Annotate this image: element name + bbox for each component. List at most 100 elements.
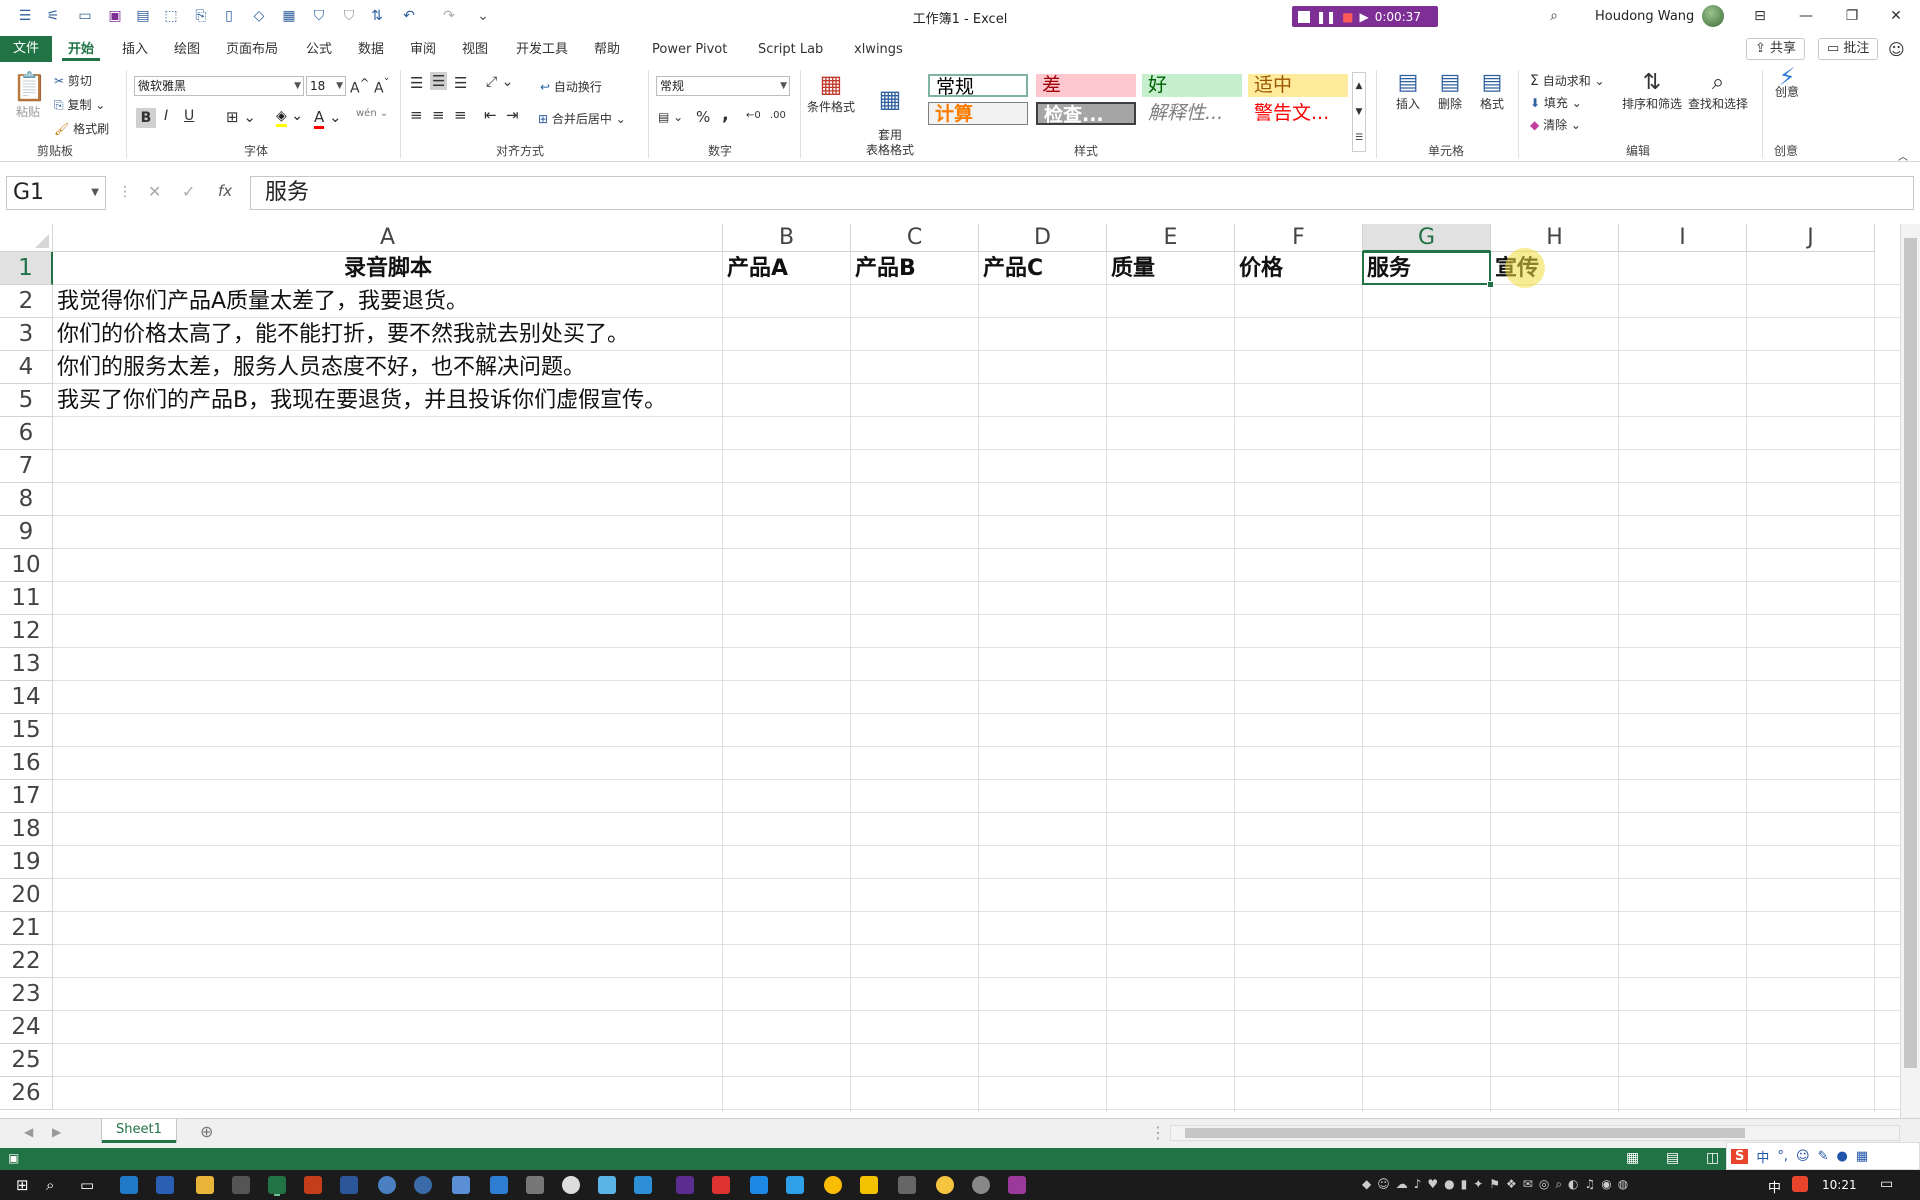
system-tray-icons[interactable]: ◆☺☁♪♥●▮✦⚑❖✉◎⌕◐♫◉◍ [1362, 1177, 1634, 1192]
row-header-24[interactable]: 24 [0, 1011, 53, 1044]
select-icon[interactable]: ⬚ [162, 7, 180, 25]
column-header-a[interactable]: A [53, 224, 723, 252]
row-header-26[interactable]: 26 [0, 1077, 53, 1110]
ideas-button[interactable]: ⚡ 创意 [1774, 65, 1800, 100]
task-view-icon[interactable]: ▭ [80, 1176, 94, 1194]
save-icon[interactable]: ▣ [106, 7, 124, 25]
column-header-c[interactable]: C [851, 224, 979, 252]
row-header-1[interactable]: 1 [0, 252, 53, 285]
prev-sheet-icon[interactable]: ◀ [24, 1125, 33, 1139]
normal-view-icon[interactable]: ▦ [1626, 1150, 1639, 1166]
clear-button[interactable]: ◆ 清除 ⌄ [1530, 116, 1581, 133]
app-icon[interactable] [1008, 1176, 1026, 1194]
search-icon[interactable]: ⌕ [1545, 7, 1563, 25]
cell-e1[interactable]: 质量 [1107, 252, 1155, 285]
redo-icon[interactable]: ↷ [440, 7, 458, 25]
customize-toolbar-icon[interactable]: ⌄ [474, 7, 492, 25]
cell-a1[interactable]: 录音脚本 [53, 252, 723, 285]
cell-style-7[interactable]: 警告文... [1248, 102, 1348, 125]
row-header-6[interactable]: 6 [0, 417, 53, 450]
row-header-2[interactable]: 2 [0, 285, 53, 318]
tag-icon[interactable]: ◇ [250, 7, 268, 25]
tab-help[interactable]: 帮助 [588, 39, 626, 61]
wrap-text-button[interactable]: ↩ 自动换行 [540, 78, 602, 95]
undo-icon[interactable]: ↶ [400, 7, 418, 25]
store-icon[interactable] [232, 1176, 250, 1194]
recording-bar[interactable]: ❚❚ ■ ▶ 0:00:37 [1292, 6, 1438, 27]
app-icon[interactable] [936, 1176, 954, 1194]
row-header-7[interactable]: 7 [0, 450, 53, 483]
decrease-indent-icon[interactable]: ⇤ [484, 106, 497, 124]
app-icon[interactable] [378, 1176, 396, 1194]
vertical-scroll-thumb[interactable] [1904, 238, 1917, 1068]
cell-a4[interactable]: 你们的服务太差，服务人员态度不好，也不解决问题。 [53, 351, 585, 384]
row-header-12[interactable]: 12 [0, 615, 53, 648]
next-sheet-icon[interactable]: ▶ [52, 1125, 61, 1139]
filter-icon[interactable]: ⛉ [310, 7, 328, 25]
cell-style-1[interactable]: 差 [1036, 74, 1136, 97]
select-all-corner[interactable] [0, 224, 53, 252]
mail-icon[interactable] [750, 1176, 768, 1194]
merge-center-button[interactable]: ⊞ 合并后居中 ⌄ [538, 110, 626, 127]
copy-button[interactable]: ⎘ 复制 ⌄ [54, 96, 105, 113]
cell-a3[interactable]: 你们的价格太高了，能不能打折，要不然我就去别处买了。 [53, 318, 629, 351]
fill-color-icon[interactable]: ◈ ⌄ [276, 108, 303, 127]
close-icon[interactable]: ✕ [1876, 4, 1916, 28]
row-header-10[interactable]: 10 [0, 549, 53, 582]
sogou-tray-icon[interactable] [1792, 1176, 1808, 1192]
number-format-select[interactable]: 常规 ▼ [656, 76, 790, 96]
column-header-g[interactable]: G [1363, 224, 1491, 252]
delete-cells-button[interactable]: ▤ 删除 [1432, 70, 1468, 112]
name-box[interactable]: G1 ▼ [6, 176, 106, 210]
paste-button[interactable]: 📋 粘贴 [12, 70, 47, 120]
app-icon[interactable] [526, 1176, 544, 1194]
column-header-i[interactable]: I [1619, 224, 1747, 252]
collapse-ribbon-icon[interactable]: ︿ [1898, 148, 1908, 163]
find-select-button[interactable]: ⌕ 查找和选择 [1686, 70, 1750, 112]
orientation-icon[interactable]: ⤢ ⌄ [486, 74, 513, 90]
cell-style-2[interactable]: 好 [1142, 74, 1242, 97]
row-header-11[interactable]: 11 [0, 582, 53, 615]
calendar-icon[interactable] [490, 1176, 508, 1194]
tree-icon[interactable]: ⚟ [44, 7, 62, 25]
share-button[interactable]: ⇪ 共享 [1746, 38, 1806, 60]
tab-page-layout[interactable]: 页面布局 [220, 39, 284, 61]
row-header-15[interactable]: 15 [0, 714, 53, 747]
formula-input[interactable]: 服务 [250, 176, 1914, 210]
fill-handle[interactable] [1487, 281, 1494, 288]
italic-button[interactable]: I [164, 108, 168, 124]
cell-a2[interactable]: 我觉得你们产品A质量太差了，我要退货。 [53, 285, 468, 318]
align-right-icon[interactable]: ≡ [454, 106, 467, 124]
page-break-icon[interactable]: ◫ [1706, 1150, 1719, 1166]
excel-icon[interactable] [268, 1176, 286, 1194]
ime-toolbar[interactable]: S 中 °, ☺ ✎ ● ▦ [1726, 1142, 1920, 1170]
word-icon[interactable] [340, 1176, 358, 1194]
table-icon[interactable]: ▦ [280, 7, 298, 25]
format-cells-button[interactable]: ▤ 格式 [1474, 70, 1510, 112]
increase-font-button[interactable]: A^ [350, 76, 369, 97]
add-sheet-icon[interactable]: ⊕ [200, 1122, 213, 1141]
notes-icon[interactable] [860, 1176, 878, 1194]
column-header-d[interactable]: D [979, 224, 1107, 252]
tab-home[interactable]: 开始 [62, 39, 101, 61]
bold-button[interactable]: B [136, 108, 156, 128]
column-header-f[interactable]: F [1235, 224, 1363, 252]
form-icon[interactable]: ▤ [134, 7, 152, 25]
column-header-e[interactable]: E [1107, 224, 1235, 252]
cut-button[interactable]: ✂ 剪切 [54, 72, 92, 89]
align-bottom-icon[interactable]: ☰ [454, 74, 467, 92]
macro-record-icon[interactable]: ▣ [8, 1151, 19, 1165]
document-icon[interactable]: ▯ [220, 7, 238, 25]
cell-c1[interactable]: 产品B [851, 252, 916, 285]
cell-style-5[interactable]: 检查... [1036, 102, 1136, 125]
sheet-tab-sheet1[interactable]: Sheet1 [102, 1119, 176, 1143]
restore-icon[interactable]: ❐ [1832, 4, 1872, 28]
search-icon[interactable]: ⌕ [46, 1176, 54, 1194]
cell-style-3[interactable]: 适中 [1248, 74, 1348, 97]
app-icon[interactable] [414, 1176, 432, 1194]
tab-review[interactable]: 审阅 [404, 39, 442, 61]
app-icon[interactable] [898, 1176, 916, 1194]
tab-draw[interactable]: 绘图 [168, 39, 206, 61]
row-header-20[interactable]: 20 [0, 879, 53, 912]
row-header-8[interactable]: 8 [0, 483, 53, 516]
